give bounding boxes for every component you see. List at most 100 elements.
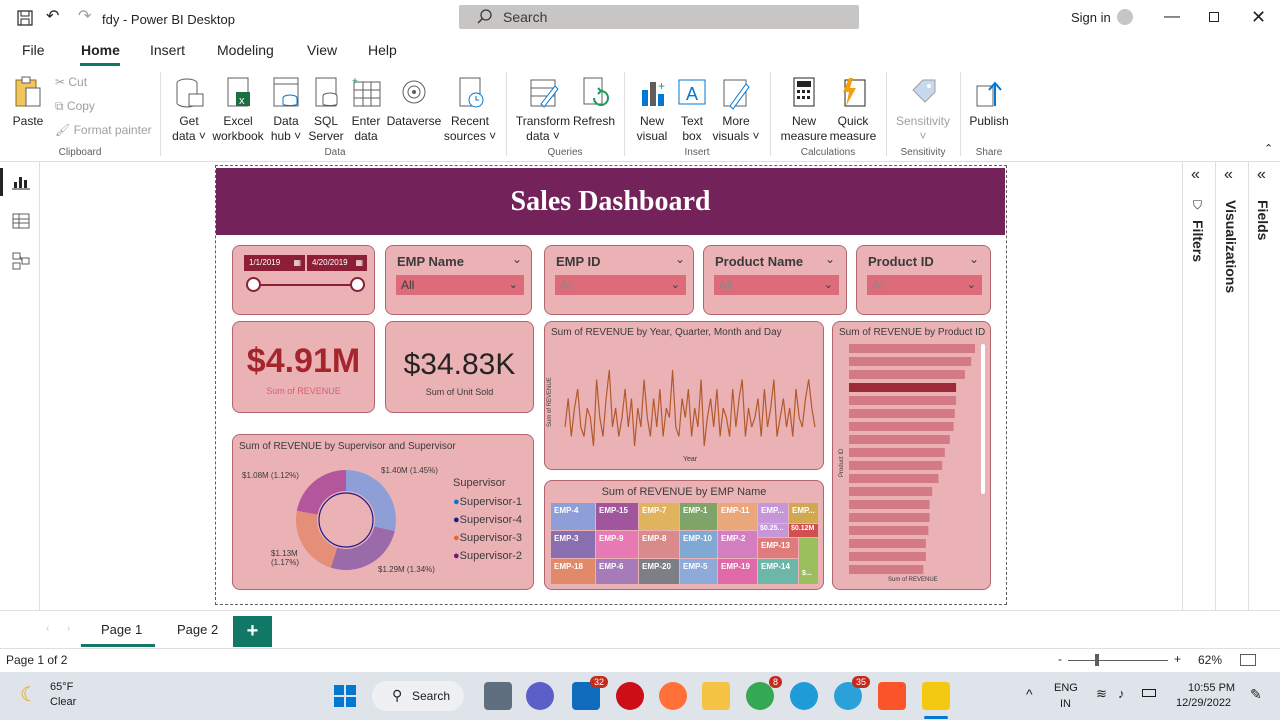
chevron-down-icon[interactable]: ⌄ <box>969 252 979 266</box>
treemap-tile[interactable]: EMP-3 <box>551 531 595 558</box>
windows-start-icon[interactable] <box>334 685 356 707</box>
treemap-tile[interactable]: EMP... <box>758 503 788 523</box>
cut-button[interactable]: ✂ Cut <box>55 75 87 89</box>
paste-button[interactable]: Paste <box>10 76 46 129</box>
treemap-tile[interactable]: EMP-8 <box>639 531 679 558</box>
enter-data-button[interactable]: + Enter data <box>347 76 385 144</box>
firefox-icon[interactable] <box>659 682 687 710</box>
sql-server-button[interactable]: SQL Server <box>307 76 345 144</box>
donut-slice[interactable] <box>346 470 396 532</box>
slicer-dropdown[interactable]: All ⌄ <box>555 275 686 295</box>
date-range-slicer[interactable]: 1/1/2019 ▦ 4/20/2019 ▦ <box>232 245 375 315</box>
chevron-down-icon[interactable]: ⌄ <box>825 252 835 266</box>
legend-item[interactable]: ●Supervisor-1 <box>453 493 522 511</box>
refresh-button[interactable]: Refresh <box>572 76 616 129</box>
treemap-tile[interactable]: EMP-9 <box>596 531 638 558</box>
treemap-tile[interactable]: EMP-7 <box>639 503 679 530</box>
volume-icon[interactable]: ♪ <box>1118 686 1125 701</box>
treemap-tile[interactable]: EMP-15 <box>596 503 638 530</box>
fit-to-page-icon[interactable] <box>1240 654 1256 666</box>
start-date-input[interactable]: 1/1/2019 ▦ <box>244 255 305 271</box>
weather-moon-icon[interactable]: ☾ <box>20 682 38 707</box>
slider-handle-end[interactable] <box>350 277 365 292</box>
bar[interactable] <box>849 370 965 379</box>
menu-file[interactable]: File <box>22 42 45 58</box>
bar[interactable] <box>849 448 945 457</box>
collapse-ribbon-icon[interactable]: ⌃ <box>1264 142 1273 155</box>
opera-icon[interactable] <box>616 682 644 710</box>
zoom-handle[interactable] <box>1095 654 1099 666</box>
page-tab-1[interactable]: Page 1 <box>81 611 155 647</box>
model-view-icon[interactable] <box>12 252 30 270</box>
wifi-icon[interactable]: ≋ <box>1096 686 1107 702</box>
treemap-tile[interactable]: EMP-20 <box>639 559 679 584</box>
bar[interactable] <box>849 500 930 509</box>
battery-icon[interactable] <box>1142 689 1156 697</box>
add-page-button[interactable]: + <box>233 616 272 647</box>
page-tab-2[interactable]: Page 2 <box>158 611 232 647</box>
treemap-tile[interactable]: EMP-18 <box>551 559 595 584</box>
donut-slice[interactable] <box>330 526 395 570</box>
language[interactable]: ENG <box>1054 682 1078 694</box>
treemap-tile[interactable]: EMP... <box>789 503 818 523</box>
end-date-input[interactable]: 4/20/2019 ▦ <box>307 255 367 271</box>
menu-modeling[interactable]: Modeling <box>217 42 274 58</box>
zoom-in-icon[interactable]: + <box>1174 652 1181 666</box>
avatar[interactable] <box>1117 9 1133 25</box>
bar[interactable] <box>849 422 954 431</box>
bar[interactable] <box>849 513 930 522</box>
redo-icon[interactable]: ↷ <box>78 6 91 26</box>
quick-measure-button[interactable]: Quick measure <box>828 76 878 144</box>
recent-sources-button[interactable]: Recent sources ˅ <box>443 76 497 144</box>
fields-pane[interactable]: « Fields <box>1248 162 1280 610</box>
minimize-icon[interactable]: — <box>1164 8 1180 26</box>
telegram-icon[interactable]: 35 <box>834 676 870 710</box>
dataverse-button[interactable]: Dataverse <box>386 76 442 129</box>
teams-icon[interactable] <box>526 682 554 710</box>
save-icon[interactable] <box>17 10 33 26</box>
line-chart[interactable]: Sum of REVENUE by Year, Quarter, Month a… <box>544 321 824 470</box>
chrome-icon[interactable]: 8 <box>746 676 782 710</box>
legend-item[interactable]: ●Supervisor-4 <box>453 511 522 529</box>
treemap-tile[interactable]: EMP-5 <box>680 559 717 584</box>
next-page-icon[interactable]: › <box>67 623 70 634</box>
treemap[interactable]: Sum of REVENUE by EMP Name EMP-4 EMP-15 … <box>544 480 824 590</box>
bar[interactable] <box>849 565 924 574</box>
bar[interactable] <box>849 461 943 470</box>
legend-item[interactable]: ●Supervisor-3 <box>453 529 522 547</box>
expand-filters-icon[interactable]: « <box>1191 166 1200 184</box>
treemap-tile[interactable]: EMP-4 <box>551 503 595 530</box>
treemap-tile[interactable]: $0.25... <box>758 524 788 537</box>
legend-item[interactable]: ●Supervisor-2 <box>453 547 522 565</box>
treemap-tile[interactable]: EMP-19 <box>718 559 757 584</box>
bar[interactable] <box>849 409 955 418</box>
more-visuals-button[interactable]: More visuals ˅ <box>712 76 760 144</box>
kpi-card-revenue[interactable]: $4.91M Sum of REVENUE <box>232 321 375 413</box>
zoom-out-icon[interactable]: - <box>1058 652 1062 666</box>
new-visual-button[interactable]: + New visual <box>632 76 672 144</box>
menu-insert[interactable]: Insert <box>150 42 185 58</box>
close-icon[interactable]: ✕ <box>1251 7 1266 28</box>
menu-home[interactable]: Home <box>81 42 120 58</box>
table-view-icon[interactable] <box>12 212 30 230</box>
visualizations-pane[interactable]: « Visualizations <box>1215 162 1248 610</box>
bar[interactable] <box>849 487 933 496</box>
kpi-card-units[interactable]: $34.83K Sum of Unit Sold <box>385 321 534 413</box>
donut-chart[interactable]: Sum of REVENUE by Supervisor and Supervi… <box>232 434 534 590</box>
slicer-product-name[interactable]: Product Name ⌄ All ⌄ <box>703 245 847 315</box>
transform-data-button[interactable]: Transform data ˅ <box>514 76 572 144</box>
bar[interactable] <box>849 357 972 366</box>
filters-pane[interactable]: « ⛉ Filters <box>1182 162 1215 610</box>
slicer-emp-id[interactable]: EMP ID ⌄ All ⌄ <box>544 245 694 315</box>
treemap-tile[interactable]: EMP-14 <box>758 559 798 584</box>
menu-help[interactable]: Help <box>368 42 397 58</box>
taskbar-search[interactable]: ⚲ Search <box>372 681 464 711</box>
bar[interactable] <box>849 435 950 444</box>
restore-icon[interactable] <box>1209 12 1219 22</box>
bar[interactable] <box>849 526 929 535</box>
data-hub-button[interactable]: Data hub ˅ <box>268 76 304 144</box>
file-explorer-icon[interactable] <box>702 682 730 710</box>
treemap-tile[interactable]: EMP-6 <box>596 559 638 584</box>
sign-in-link[interactable]: Sign in <box>1071 10 1111 25</box>
publish-button[interactable]: Publish <box>966 76 1012 129</box>
